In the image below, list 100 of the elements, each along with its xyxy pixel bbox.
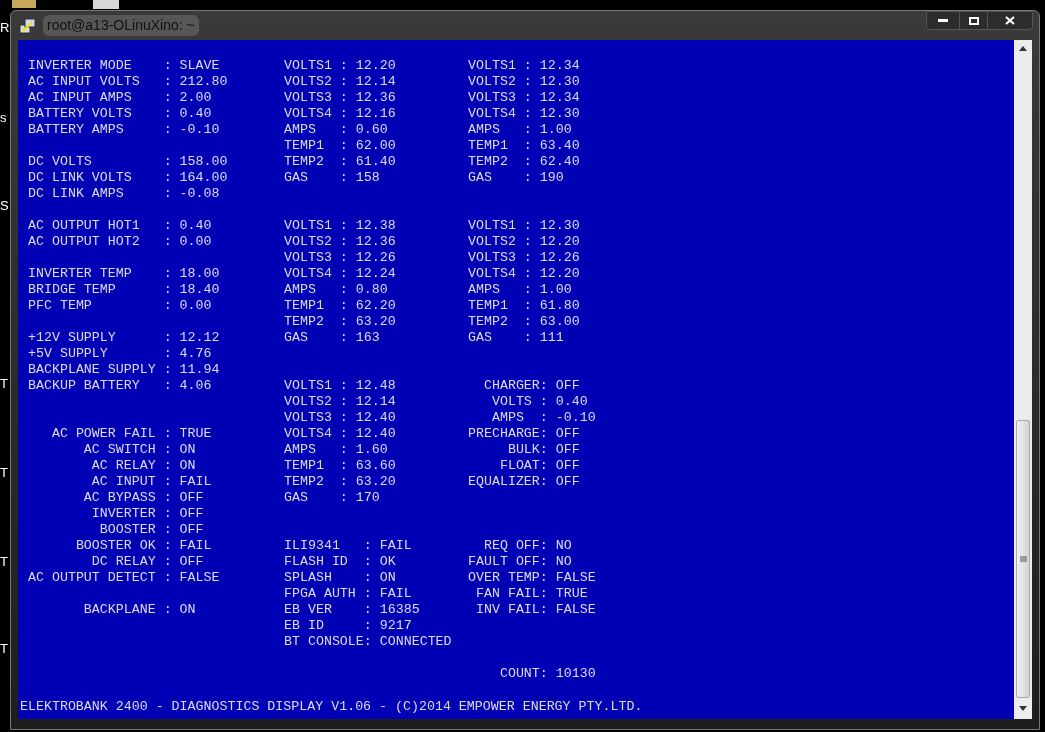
terminal-text: VOLTS4 : 12.40	[284, 426, 396, 441]
terminal-text: AC BYPASS : OFF	[82, 490, 204, 505]
terminal-text: AC INPUT VOLTS : 212.80	[28, 74, 228, 89]
terminal-text: INV FAIL: FALSE	[474, 602, 596, 617]
terminal-text: EB VER : 16385	[284, 602, 420, 617]
terminal-text: REQ OFF: NO	[482, 538, 572, 553]
terminal-text: VOLTS2 : 12.20	[468, 234, 580, 249]
scrollbar[interactable]	[1014, 40, 1032, 719]
terminal-text: DC LINK AMPS : -0.08	[28, 186, 220, 201]
terminal-text: FAULT OFF: NO	[468, 554, 572, 569]
terminal-text: AMPS : 1.00	[468, 122, 572, 137]
terminal-footer-text: ELEKTROBANK 2400 - DIAGNOSTICS DISPLAY V1.06 - (C)2014 EMPOWER ENERGY PTY.LTD.	[20, 699, 643, 714]
terminal-text: AMPS : 0.80	[284, 282, 388, 297]
terminal-text: AC OUTPUT HOT2 : 0.00	[28, 234, 212, 249]
maximize-button[interactable]	[960, 11, 987, 30]
terminal-text: VOLTS1 : 12.34	[468, 58, 580, 73]
terminal-text: INVERTER : OFF	[90, 506, 204, 521]
terminal-text: VOLTS3 : 12.26	[284, 250, 396, 265]
terminal-text: BOOSTER : OFF	[98, 522, 204, 537]
terminal-text: CHARGER: OFF	[482, 378, 580, 393]
terminal-text: AC OUTPUT DETECT : FALSE	[28, 570, 220, 585]
terminal-text: VOLTS4 : 12.20	[468, 266, 580, 281]
desktop-icon-label[interactable]: T	[0, 641, 8, 657]
grip-icon	[1019, 555, 1027, 563]
terminal-text: TEMP2 : 61.40	[284, 154, 396, 169]
terminal-text: GAS : 190	[468, 170, 564, 185]
minimize-button[interactable]	[926, 11, 960, 30]
terminal-text: DC VOLTS : 158.00	[28, 154, 228, 169]
terminal-text: BATTERY AMPS : -0.10	[28, 122, 220, 137]
terminal-text: AMPS : -0.10	[490, 410, 596, 425]
terminal-text: VOLTS3 : 12.36	[284, 90, 396, 105]
terminal-text: PFC TEMP : 0.00	[28, 298, 212, 313]
terminal-text: FAN FAIL: TRUE	[474, 586, 588, 601]
scroll-up-icon[interactable]	[1019, 46, 1027, 51]
close-icon	[1005, 16, 1015, 25]
scroll-down-icon[interactable]	[1019, 706, 1027, 711]
terminal-text: AMPS : 1.60	[284, 442, 388, 457]
terminal-text: VOLTS2 : 12.30	[468, 74, 580, 89]
terminal-text: BT CONSOLE: CONNECTED	[284, 634, 452, 649]
terminal-text: PRECHARGE: OFF	[468, 426, 580, 441]
terminal-text: FPGA AUTH : FAIL	[284, 586, 412, 601]
terminal-text: FLASH ID : OK	[284, 554, 396, 569]
terminal-text: GAS : 111	[468, 330, 564, 345]
terminal-text: TEMP2 : 63.00	[468, 314, 580, 329]
desktop-icon-label[interactable]: T	[0, 376, 8, 392]
terminal-text: FLOAT: OFF	[498, 458, 580, 473]
desktop-icon-label[interactable]: R	[0, 20, 10, 36]
terminal-text: BULK: OFF	[506, 442, 580, 457]
terminal-text: BRIDGE TEMP : 18.40	[28, 282, 220, 297]
terminal-text: +12V SUPPLY : 12.12	[28, 330, 220, 345]
desktop-icon-label[interactable]: s	[0, 110, 7, 126]
terminal-text: VOLTS4 : 12.30	[468, 106, 580, 121]
terminal-text: AMPS : 0.60	[284, 122, 388, 137]
terminal-text: VOLTS1 : 12.48	[284, 378, 396, 393]
terminal-text: COUNT: 10130	[498, 666, 596, 681]
terminal-text: AMPS : 1.00	[468, 282, 572, 297]
terminal-text: EB ID : 9217	[284, 618, 412, 633]
terminal-text: INVERTER MODE : SLAVE	[28, 58, 220, 73]
terminal-text: AC INPUT : FAIL	[90, 474, 212, 489]
terminal-text: AC OUTPUT HOT1 : 0.40	[28, 218, 212, 233]
terminal-text: BOOSTER OK : FAIL	[74, 538, 212, 553]
terminal-text: AC INPUT AMPS : 2.00	[28, 90, 212, 105]
terminal-text: VOLTS1 : 12.38	[284, 218, 396, 233]
terminal-text: VOLTS3 : 12.26	[468, 250, 580, 265]
terminal-text: VOLTS1 : 12.30	[468, 218, 580, 233]
terminal-text: GAS : 170	[284, 490, 380, 505]
terminal-text: VOLTS4 : 12.16	[284, 106, 396, 121]
terminal-text: GAS : 158	[284, 170, 380, 185]
terminal-text: AC POWER FAIL : TRUE	[50, 426, 212, 441]
desktop-icon-label[interactable]: T	[0, 554, 8, 570]
terminal-text: ILI9341 : FAIL	[284, 538, 412, 553]
terminal-text: BACKPLANE : ON	[82, 602, 196, 617]
terminal-text: TEMP2 : 63.20	[284, 314, 396, 329]
terminal-text: TEMP1 : 61.80	[468, 298, 580, 313]
window-title: root@a13-OLinuXino: ~	[43, 15, 199, 36]
terminal-text: DC RELAY : OFF	[90, 554, 204, 569]
close-button[interactable]	[987, 11, 1033, 30]
terminal-text: BACKUP BATTERY : 4.06	[28, 378, 212, 393]
desktop-icon-label[interactable]: S	[0, 198, 9, 214]
terminal-text: TEMP1 : 63.40	[468, 138, 580, 153]
terminal-text: TEMP1 : 62.20	[284, 298, 396, 313]
terminal-text: TEMP1 : 62.00	[284, 138, 396, 153]
terminal-text: INVERTER TEMP : 18.00	[28, 266, 220, 281]
terminal-text: VOLTS2 : 12.14	[284, 394, 396, 409]
terminal-text: +5V SUPPLY : 4.76	[28, 346, 212, 361]
terminal-text: VOLTS3 : 12.40	[284, 410, 396, 425]
terminal-text: AC RELAY : ON	[90, 458, 196, 473]
terminal-text: EQUALIZER: OFF	[468, 474, 580, 489]
terminal-text: OVER TEMP: FALSE	[468, 570, 596, 585]
terminal-text: VOLTS2 : 12.36	[284, 234, 396, 249]
terminal-app-icon	[19, 16, 37, 35]
scrollbar-thumb[interactable]	[1016, 420, 1030, 698]
terminal-text: DC LINK VOLTS : 164.00	[28, 170, 228, 185]
terminal-text: AC SWITCH : ON	[82, 442, 196, 457]
terminal-text: VOLTS1 : 12.20	[284, 58, 396, 73]
desktop-icon-label[interactable]: T	[0, 465, 8, 481]
terminal-text: TEMP1 : 63.60	[284, 458, 396, 473]
terminal-text: GAS : 163	[284, 330, 380, 345]
terminal-text: TEMP2 : 63.20	[284, 474, 396, 489]
terminal-text: TEMP2 : 62.40	[468, 154, 580, 169]
